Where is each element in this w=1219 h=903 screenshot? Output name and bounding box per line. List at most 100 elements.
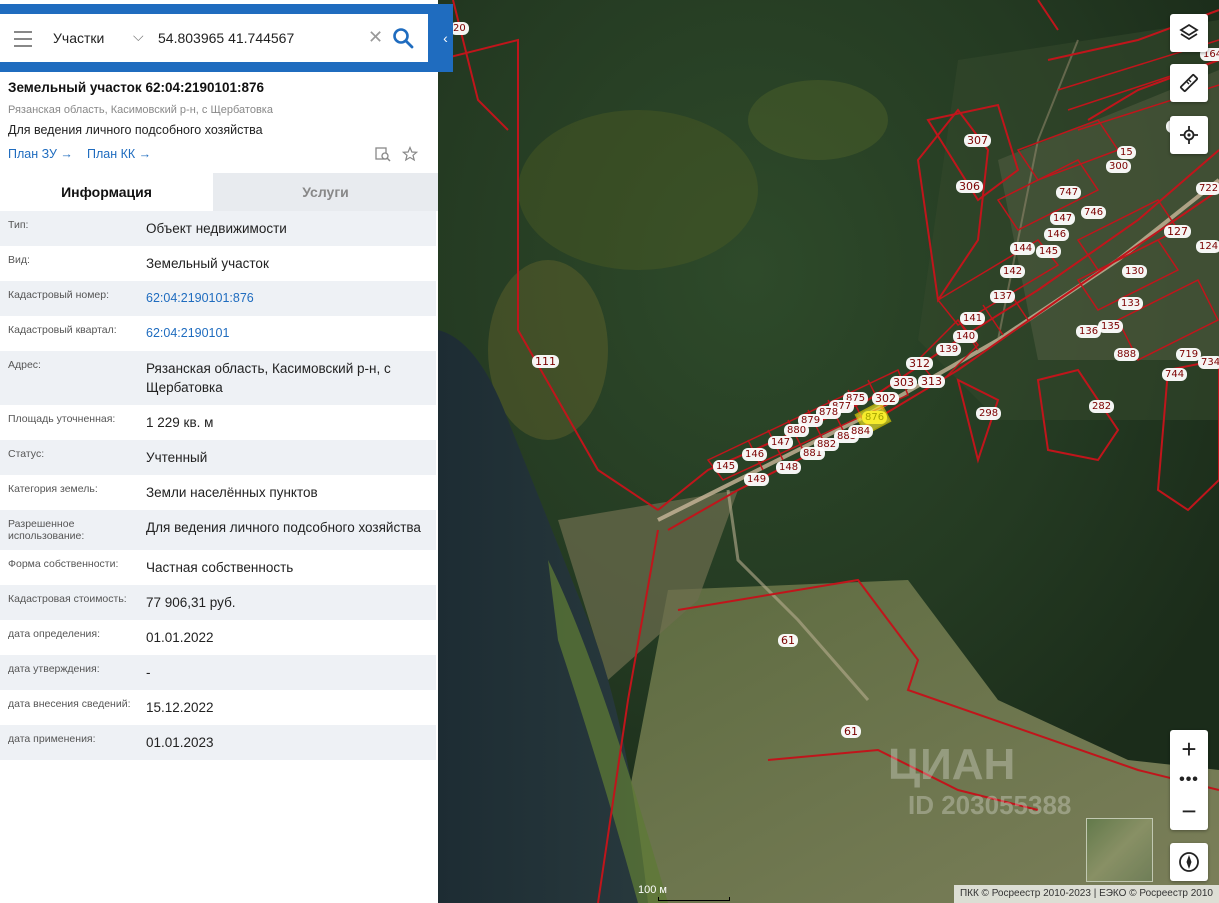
info-row: Кадастровый квартал: 62:04:2190101 — [0, 316, 436, 351]
parcel-label[interactable]: 135 — [1098, 320, 1124, 333]
parcel-label[interactable]: 746 — [1081, 206, 1107, 219]
crosshair-icon — [1180, 126, 1198, 144]
layer-select[interactable]: Участки — [53, 30, 104, 46]
compass-button[interactable] — [1170, 843, 1208, 881]
parcel-label[interactable]: 147 — [1050, 212, 1076, 225]
parcel-label-selected[interactable]: 876 — [862, 411, 888, 424]
menu-icon[interactable] — [14, 31, 32, 52]
layers-button[interactable] — [1170, 14, 1208, 52]
info-value: Земельный участок — [146, 256, 269, 271]
info-value: Для ведения личного подсобного хозяйства — [146, 520, 421, 535]
tab-info[interactable]: Информация — [0, 173, 213, 211]
parcel-label[interactable]: 306 — [956, 180, 983, 193]
parcel-label[interactable]: 141 — [960, 312, 986, 325]
watermark-id: ID 203055388 — [908, 790, 1072, 820]
parcel-label[interactable]: 139 — [936, 343, 962, 356]
compass-icon — [1179, 852, 1199, 872]
info-row: Вид: Земельный участок — [0, 246, 436, 281]
parcel-label[interactable]: 61 — [841, 725, 861, 738]
parcel-label[interactable]: 298 — [976, 407, 1002, 420]
info-value: 01.01.2023 — [146, 735, 214, 750]
parcel-label[interactable]: 147 — [768, 436, 794, 449]
chevron-down-icon[interactable]: ⌵ — [133, 28, 144, 45]
zoom-controls: + ••• − — [1170, 730, 1208, 830]
parcel-label[interactable]: 880 — [784, 424, 810, 437]
info-key: дата определения: — [8, 628, 101, 640]
info-row: дата определения: 01.01.2022 — [0, 620, 436, 655]
parcel-label[interactable]: 307 — [964, 134, 991, 147]
cadastral-quarter-link[interactable]: 62:04:2190101 — [146, 316, 436, 351]
parcel-label[interactable]: 744 — [1162, 368, 1188, 381]
info-key: Тип: — [8, 219, 29, 231]
parcel-label[interactable]: 130 — [1122, 265, 1148, 278]
info-key: Кадастровая стоимость: — [8, 593, 127, 605]
parcel-label[interactable]: 142 — [1000, 265, 1026, 278]
parcel-label[interactable]: 300 — [1106, 160, 1132, 173]
find-on-map-icon[interactable] — [375, 146, 391, 162]
parcel-label[interactable]: 722 — [1196, 182, 1219, 195]
parcel-label[interactable]: 313 — [918, 375, 945, 388]
parcel-label[interactable]: 137 — [990, 290, 1016, 303]
search-input[interactable] — [150, 27, 366, 49]
info-value: - — [146, 665, 151, 680]
locate-button[interactable] — [1170, 116, 1208, 154]
plan-kk-link[interactable]: План КК → — [87, 147, 151, 161]
parcel-label[interactable]: 734 — [1198, 356, 1219, 369]
info-key: Вид: — [8, 254, 30, 266]
star-icon[interactable] — [402, 146, 418, 162]
parcel-label[interactable]: 302 — [872, 392, 899, 405]
parcel-label[interactable]: 144 — [1010, 242, 1036, 255]
minimap[interactable] — [1086, 818, 1153, 882]
info-key: Кадастровый квартал: — [8, 324, 117, 336]
info-value: Объект недвижимости — [146, 221, 287, 236]
object-title: Земельный участок 62:04:2190101:876 — [8, 80, 265, 95]
search-box: Участки ⌵ ✕ — [0, 14, 428, 62]
parcel-label[interactable]: 888 — [1114, 348, 1140, 361]
parcel-label[interactable]: 146 — [742, 448, 768, 461]
info-key: Статус: — [8, 448, 45, 460]
info-row: Площадь уточненная: 1 229 кв. м — [0, 405, 436, 440]
info-key: Разрешенное использование: — [8, 518, 85, 542]
parcel-label[interactable]: 312 — [906, 357, 933, 370]
info-row: Категория земель: Земли населённых пункто… — [0, 475, 436, 510]
info-key: дата утверждения: — [8, 663, 100, 675]
tab-services[interactable]: Услуги — [213, 173, 438, 211]
cadastral-number-link[interactable]: 62:04:2190101:876 — [146, 281, 436, 316]
attribution: ПКК © Росреестр 2010-2023 | ЕЭКО © Росре… — [953, 885, 1219, 903]
info-key: Кадастровый номер: — [8, 289, 110, 301]
info-value: 77 906,31 руб. — [146, 595, 236, 610]
info-table: Тип: Объект недвижимости Вид: Земельный уч… — [0, 211, 436, 760]
info-value: 15.12.2022 — [146, 700, 214, 715]
parcel-label[interactable]: 127 — [1164, 225, 1191, 238]
parcel-label[interactable]: 148 — [776, 461, 802, 474]
parcel-label[interactable]: 111 — [532, 355, 559, 368]
more-options-button[interactable]: ••• — [1170, 768, 1208, 792]
parcel-label[interactable]: 146 — [1044, 228, 1070, 241]
search-icon[interactable] — [392, 27, 414, 49]
parcel-label[interactable]: 303 — [890, 376, 917, 389]
info-row: дата внесения сведений: 15.12.2022 — [0, 690, 436, 725]
info-value: 1 229 кв. м — [146, 415, 214, 430]
parcel-label[interactable]: 15 — [1117, 146, 1136, 159]
info-row: Тип: Объект недвижимости — [0, 211, 436, 246]
plan-zu-link[interactable]: План ЗУ → — [8, 147, 73, 161]
zoom-in-button[interactable]: + — [1170, 730, 1208, 768]
parcel-label[interactable]: 61 — [778, 634, 798, 647]
zoom-out-button[interactable]: − — [1170, 792, 1208, 830]
parcel-label[interactable]: 282 — [1089, 400, 1115, 413]
parcel-label[interactable]: 884 — [848, 425, 874, 438]
map-view[interactable]: 20 307 306 15 300 747 746 147 146 145 14… — [438, 0, 1219, 903]
parcel-label[interactable]: 145 — [1036, 245, 1062, 258]
parcel-label[interactable]: 133 — [1118, 297, 1144, 310]
parcel-label[interactable]: 149 — [744, 473, 770, 486]
ruler-icon — [1180, 74, 1198, 92]
parcel-label[interactable]: 747 — [1056, 186, 1082, 199]
parcel-label[interactable]: 124 — [1196, 240, 1219, 253]
scale-label: 100 м — [638, 884, 667, 896]
clear-icon[interactable]: ✕ — [368, 27, 383, 48]
parcel-label[interactable]: 136 — [1076, 325, 1102, 338]
collapse-panel-button[interactable]: ‹ — [438, 4, 453, 72]
ruler-button[interactable] — [1170, 64, 1208, 102]
parcel-label[interactable]: 140 — [953, 330, 979, 343]
parcel-label[interactable]: 145 — [713, 460, 739, 473]
